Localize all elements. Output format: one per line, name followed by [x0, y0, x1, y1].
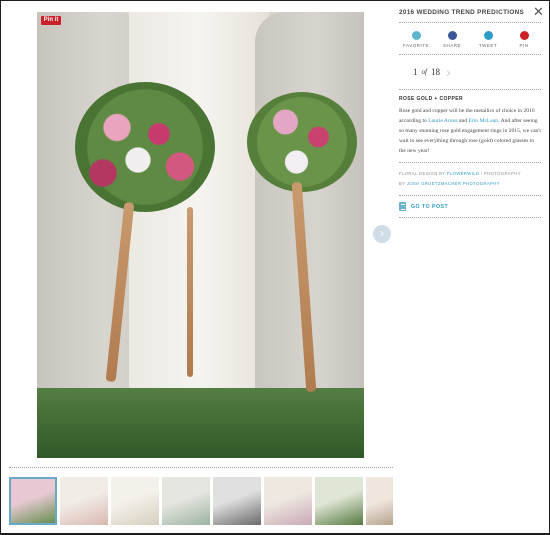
heart-icon: [411, 31, 421, 40]
thumbnail-2[interactable]: [60, 477, 108, 525]
pinterest-icon: [519, 31, 529, 40]
next-photo-button[interactable]: ›: [373, 225, 391, 243]
pager: 1 of 18 ›: [413, 65, 541, 79]
thumbnail-7[interactable]: [315, 477, 363, 525]
photographer-link[interactable]: JOSH GRUETZMACHER PHOTOGRAPHY: [407, 181, 500, 186]
bouquet-left: [75, 82, 215, 212]
ribbon: [187, 207, 193, 377]
page-current: 1: [413, 67, 418, 77]
credit-text: FLORAL DESIGN BY: [399, 171, 447, 176]
twitter-icon: [483, 31, 493, 40]
divider: [399, 54, 541, 55]
thumbnail-8[interactable]: [366, 477, 393, 525]
pin-label: PIN: [519, 43, 529, 48]
thumbnail-strip: [9, 477, 393, 527]
tweet-button[interactable]: TWEET: [473, 31, 503, 48]
divider: [399, 22, 541, 23]
divider: [399, 89, 541, 90]
gallery-title: 2016 WEDDING TREND PREDICTIONS: [399, 9, 525, 16]
thumbnail-5[interactable]: [213, 477, 261, 525]
sidebar: 2016 WEDDING TREND PREDICTIONS FAVORITE …: [399, 9, 541, 224]
bouquet-right: [247, 92, 357, 192]
pin-it-button[interactable]: Pin it: [41, 16, 61, 25]
thumbnail-3[interactable]: [111, 477, 159, 525]
thumbnail-4[interactable]: [162, 477, 210, 525]
thumbnail-6[interactable]: [264, 477, 312, 525]
document-icon: [399, 202, 406, 211]
grass: [37, 388, 364, 458]
description-text: and: [457, 118, 469, 124]
slide-heading: ROSE GOLD + COPPER: [399, 96, 464, 102]
page-of: of: [421, 68, 427, 76]
share-label: SHARE: [442, 43, 461, 48]
divider: [399, 195, 541, 196]
main-photo[interactable]: Pin it: [37, 12, 364, 458]
floral-designer-link[interactable]: FLOWERWILD: [447, 171, 479, 176]
slide-description: Rose gold and copper will be the metalli…: [399, 106, 541, 156]
go-to-post-label: GO TO POST: [411, 203, 449, 210]
credit-text: BY: [399, 181, 407, 186]
thumbnail-1[interactable]: [9, 477, 57, 525]
pin-button[interactable]: PIN: [509, 31, 539, 48]
share-bar: FAVORITE SHARE TWEET PIN: [399, 29, 541, 48]
favorite-label: FAVORITE: [403, 43, 429, 48]
go-to-post-button[interactable]: GO TO POST: [399, 202, 541, 211]
page-total: 18: [430, 67, 440, 77]
laurie-arons-link[interactable]: Laurie Arons: [428, 118, 457, 124]
divider: [9, 467, 393, 468]
lightbox: Pin it › ✕ 2016 WEDDING TREND PREDICTION…: [1, 1, 549, 533]
chevron-right-icon[interactable]: ›: [446, 65, 456, 79]
favorite-button[interactable]: FAVORITE: [401, 31, 431, 48]
photo-credit: FLORAL DESIGN BY FLOWERWILD / PHOTOGRAPH…: [399, 169, 541, 189]
share-button[interactable]: SHARE: [437, 31, 467, 48]
credit-text: / PHOTOGRAPHY: [479, 171, 521, 176]
facebook-icon: [447, 31, 457, 40]
tweet-label: TWEET: [478, 43, 498, 48]
divider: [399, 217, 541, 218]
erin-mclean-link[interactable]: Erin McLean: [468, 118, 498, 124]
divider: [399, 162, 541, 163]
